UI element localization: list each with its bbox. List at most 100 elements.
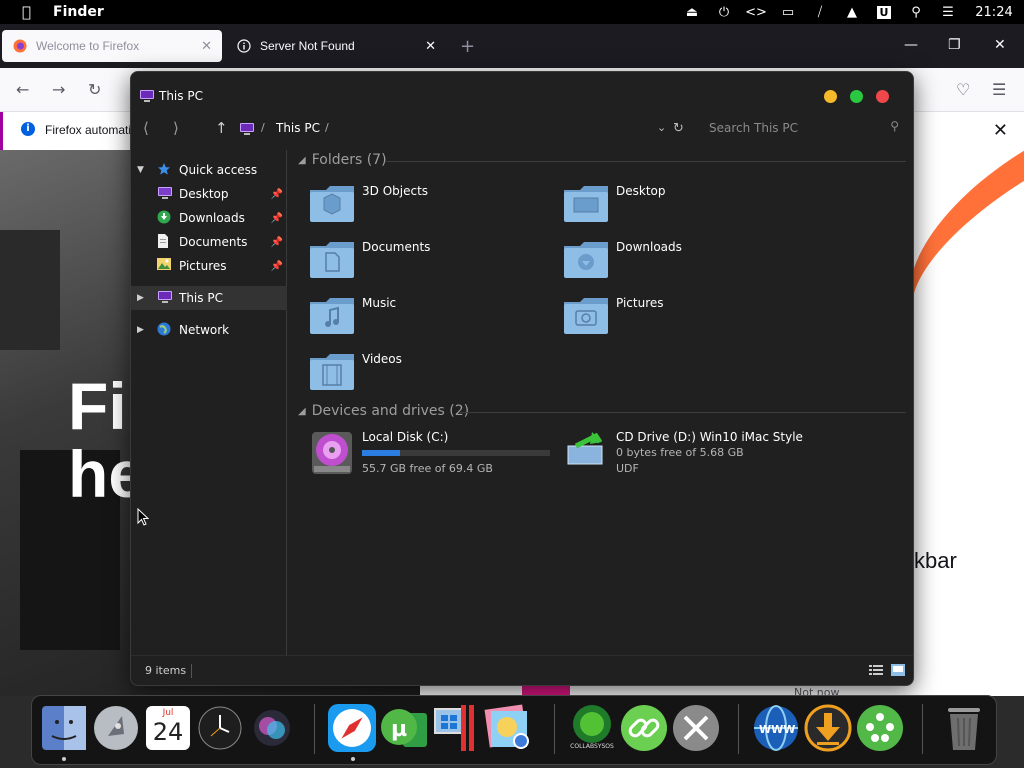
new-tab-icon[interactable]: + (460, 36, 475, 57)
dock: Jul 24 µ COLLABSYSOS WWW (31, 695, 997, 765)
desktop-icon (157, 186, 173, 202)
search-placeholder: Search This PC (709, 121, 798, 135)
sidebar-item-label: Network (179, 323, 230, 337)
power-icon[interactable]: ⏻ (708, 0, 740, 24)
forward-icon[interactable]: → (52, 80, 65, 99)
search-icon[interactable]: ⚲ (890, 119, 899, 133)
safari-dock-icon[interactable] (326, 702, 378, 754)
browser-tab-strip: Welcome to Firefox ✕ Server Not Found ✕ … (0, 24, 1024, 68)
close-tab-icon[interactable]: ✕ (201, 38, 212, 54)
status-bar: 9 items (131, 655, 913, 685)
large-icons-view-icon[interactable] (891, 664, 905, 676)
folder-3d-objects[interactable]: 3D Objects (288, 180, 528, 230)
reload-icon[interactable]: ↻ (88, 80, 101, 99)
pin-icon[interactable]: 📌 (271, 237, 283, 248)
drives-group-header[interactable]: ◢ Devices and drives (2) (298, 403, 469, 419)
up-icon[interactable]: ↑ (215, 119, 228, 137)
sidebar-item-desktop[interactable]: Desktop 📌 (131, 182, 287, 206)
close-notification-icon[interactable]: ✕ (993, 120, 1008, 141)
close-tab-icon[interactable]: ✕ (425, 38, 436, 54)
close-window-icon[interactable]: ✕ (994, 37, 1006, 53)
control-center-icon[interactable]: ☰ (932, 0, 964, 24)
drive-cd-d[interactable]: CD Drive (D:) Win10 iMac Style 0 bytes f… (542, 430, 803, 486)
pin-icon[interactable]: 📌 (271, 189, 283, 200)
drive-filesystem: UDF (616, 462, 639, 475)
folder-videos[interactable]: Videos (288, 348, 528, 398)
collabsysos-dock-icon[interactable]: COLLABSYSOS (566, 702, 618, 754)
clock-dock-icon[interactable] (194, 702, 246, 754)
sidebar-item-downloads[interactable]: Downloads 📌 (131, 206, 287, 230)
collapse-arrow-icon[interactable]: ◢ (298, 155, 306, 166)
folder-3d-icon (310, 186, 354, 222)
folder-label: Pictures (616, 296, 664, 310)
folder-downloads[interactable]: Downloads (542, 236, 782, 286)
eject-icon[interactable]: ⏏ (676, 0, 708, 24)
back-icon[interactable]: ⟨ (143, 119, 149, 137)
restore-icon[interactable]: ❐ (948, 37, 961, 53)
folder-documents[interactable]: Documents (288, 236, 528, 286)
sidebar-item-quick-access[interactable]: ▼ Quick access (131, 158, 287, 182)
refresh-icon[interactable]: ↻ (673, 121, 684, 136)
page-side-text: kbar (914, 548, 957, 573)
folder-label: Music (362, 296, 397, 310)
menu-app-name[interactable]: Finder (53, 4, 104, 20)
search-icon[interactable]: ⚲ (900, 0, 932, 24)
u-icon[interactable]: U (868, 0, 900, 24)
back-icon[interactable]: ← (16, 80, 29, 99)
launchpad-dock-icon[interactable] (90, 702, 142, 754)
folder-label: Documents (362, 240, 431, 254)
sidebar-item-label: Documents (179, 235, 248, 249)
finder-dock-icon[interactable] (38, 702, 90, 754)
download-dock-icon[interactable] (802, 702, 854, 754)
breadcrumb-this-pc[interactable]: This PC (276, 121, 320, 135)
tab-welcome[interactable]: Welcome to Firefox ✕ (2, 30, 222, 62)
folder-music[interactable]: Music (288, 292, 528, 342)
calendar-dock-icon[interactable]: Jul 24 (142, 702, 194, 754)
utorrent-dock-icon[interactable]: µ (378, 702, 430, 754)
photos-dock-icon[interactable] (482, 702, 534, 754)
display-icon[interactable]: ▭ (772, 0, 804, 24)
bootcamp-dock-icon[interactable] (430, 702, 482, 754)
folder-desktop[interactable]: Desktop (542, 180, 782, 230)
forward-icon[interactable]: ⟩ (173, 119, 179, 137)
sidebar-item-this-pc[interactable]: ▶ This PC (131, 286, 287, 310)
minimize-icon[interactable]: — (904, 37, 918, 53)
close-button[interactable] (876, 90, 889, 103)
folders-group-header[interactable]: ◢ Folders (7) (298, 152, 387, 168)
explorer-titlebar[interactable]: This PC (131, 72, 913, 116)
mouse-cursor-icon (137, 508, 149, 526)
link-dock-icon[interactable] (618, 702, 670, 754)
minimize-button[interactable] (824, 90, 837, 103)
zoom-button[interactable] (850, 90, 863, 103)
hamburger-menu-icon[interactable]: ☰ (992, 80, 1006, 99)
tools-dock-icon[interactable] (670, 702, 722, 754)
menu-clock[interactable]: 21:24 (964, 5, 1024, 20)
sidebar-item-documents[interactable]: Documents 📌 (131, 230, 287, 254)
siri-dock-icon[interactable] (246, 702, 298, 754)
expand-arrow-icon[interactable]: ▶ (137, 293, 149, 303)
search-field[interactable]: Search This PC ⚲ (709, 116, 899, 140)
www-globe-dock-icon[interactable]: WWW (750, 702, 802, 754)
pocket-icon[interactable]: ♡ (956, 80, 970, 99)
folder-pictures[interactable]: Pictures (542, 292, 782, 342)
apple-icon[interactable]:  (22, 3, 31, 21)
dev-icon[interactable]: <> (740, 0, 772, 24)
tab-server-not-found[interactable]: Server Not Found ✕ (226, 30, 446, 62)
expand-arrow-icon[interactable]: ▶ (137, 325, 149, 335)
details-view-icon[interactable] (869, 664, 883, 676)
pin-icon[interactable]: 📌 (271, 213, 283, 224)
sidebar-item-pictures[interactable]: Pictures 📌 (131, 254, 287, 278)
trash-dock-icon[interactable] (938, 702, 990, 754)
mute-icon[interactable]: ⧸ (804, 0, 836, 24)
drive-local-disk-c[interactable]: Local Disk (C:) 55.7 GB free of 69.4 GB (288, 430, 550, 486)
collapse-arrow-icon[interactable]: ▼ (137, 165, 149, 175)
info-icon: i (21, 122, 35, 136)
collapse-arrow-icon[interactable]: ◢ (298, 406, 306, 417)
sidebar-item-label: Pictures (179, 259, 227, 273)
upload-icon[interactable]: ▲ (836, 0, 868, 24)
chevron-down-icon[interactable]: ⌄ (657, 121, 666, 134)
people-network-dock-icon[interactable] (854, 702, 906, 754)
sidebar-item-network[interactable]: ▶ Network (131, 318, 287, 342)
pin-icon[interactable]: 📌 (271, 261, 283, 272)
sidebar-item-label: Downloads (179, 211, 245, 225)
